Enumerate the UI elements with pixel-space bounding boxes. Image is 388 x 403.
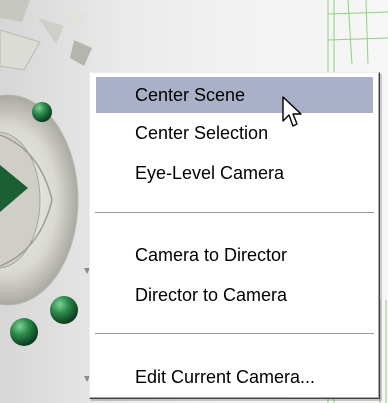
- disc-object: [0, 94, 79, 306]
- menu-separator: [95, 212, 374, 214]
- menu-item-director-to-camera[interactable]: Director to Camera: [96, 277, 373, 313]
- menu-item-center-scene[interactable]: Center Scene: [96, 77, 373, 113]
- menu-separator: [95, 333, 374, 335]
- scene-shards: [0, 0, 92, 71]
- menu-item-eye-level-camera[interactable]: Eye-Level Camera: [96, 155, 373, 191]
- camera-context-menu: Center Scene Center Selection Eye-Level …: [89, 72, 380, 399]
- menu-item-camera-to-director[interactable]: Camera to Director: [96, 237, 373, 273]
- menu-item-edit-current-camera[interactable]: Edit Current Camera...: [96, 359, 373, 395]
- menu-item-center-selection[interactable]: Center Selection: [96, 115, 373, 151]
- arrow-pointer-icon: [282, 96, 304, 135]
